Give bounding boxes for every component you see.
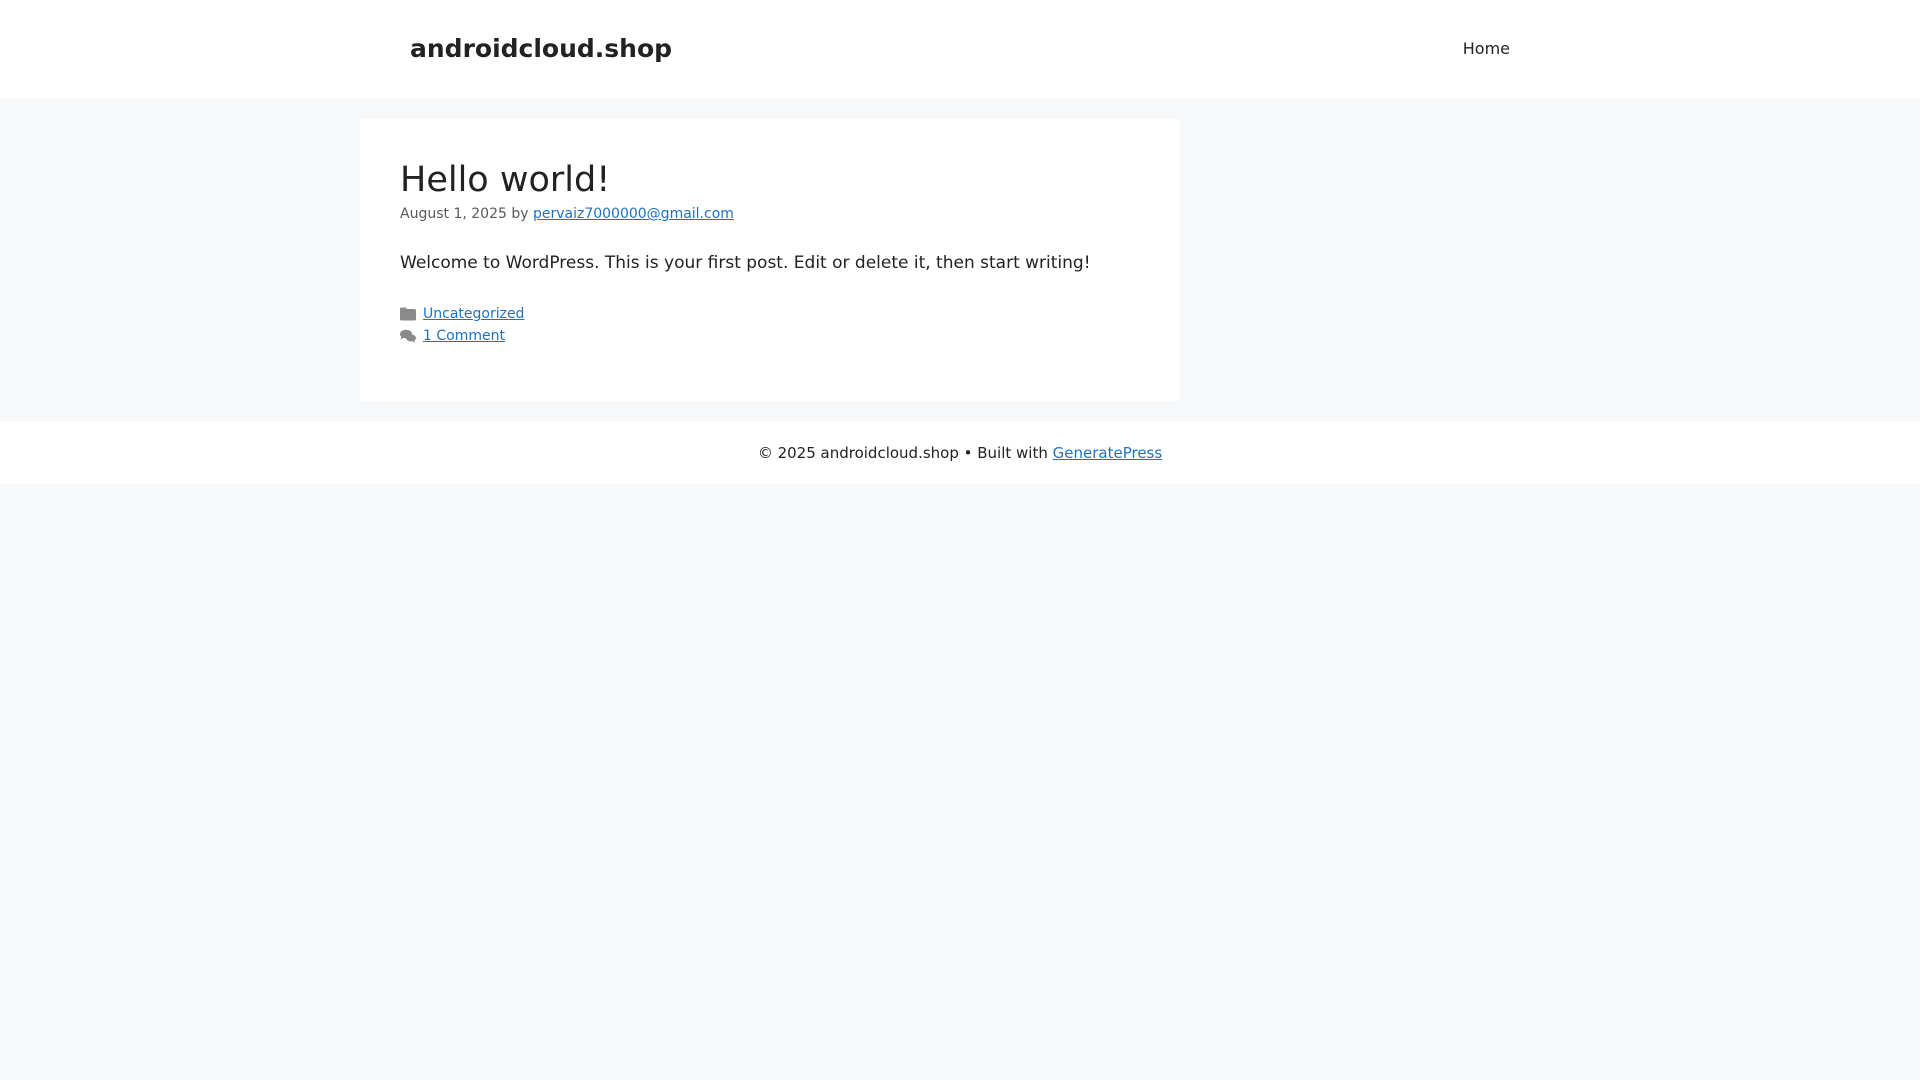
post-meta: August 1, 2025 by pervaiz7000000@gmail.c… [400,205,1140,223]
post-content: Welcome to WordPress. This is your first… [400,253,1091,273]
header-inner: androidcloud.shop Home [370,0,1550,99]
post-category-row: Uncategorized [400,303,1140,325]
site-header: androidcloud.shop Home [0,0,1920,99]
post-title: Hello world! [400,160,611,200]
post-comments-link[interactable]: 1 Comment [423,325,505,347]
post-card: Hello world! August 1, 2025 by pervaiz70… [360,119,1180,401]
folder-icon [400,307,416,321]
site-title-link[interactable]: androidcloud.shop [410,34,672,64]
post-footer: Uncategorized 1 Comment [400,303,1140,347]
footer-copyright: © 2025 androidcloud.shop • Built with [757,444,1048,462]
comments-icon [400,329,416,343]
post-comments-row: 1 Comment [400,325,1140,347]
primary-nav: Home [1463,38,1510,60]
nav-home-link[interactable]: Home [1463,39,1510,58]
post-by-label: by [511,206,529,222]
site-footer: © 2025 androidcloud.shop • Built with Ge… [0,422,1920,484]
site-content: Hello world! August 1, 2025 by pervaiz70… [0,99,1920,422]
post-date: August 1, 2025 [400,206,507,222]
post-category-link[interactable]: Uncategorized [423,303,524,325]
footer-theme-link[interactable]: GeneratePress [1053,444,1163,462]
post-author-link[interactable]: pervaiz7000000@gmail.com [533,206,734,222]
nav-item-home: Home [1463,38,1510,60]
